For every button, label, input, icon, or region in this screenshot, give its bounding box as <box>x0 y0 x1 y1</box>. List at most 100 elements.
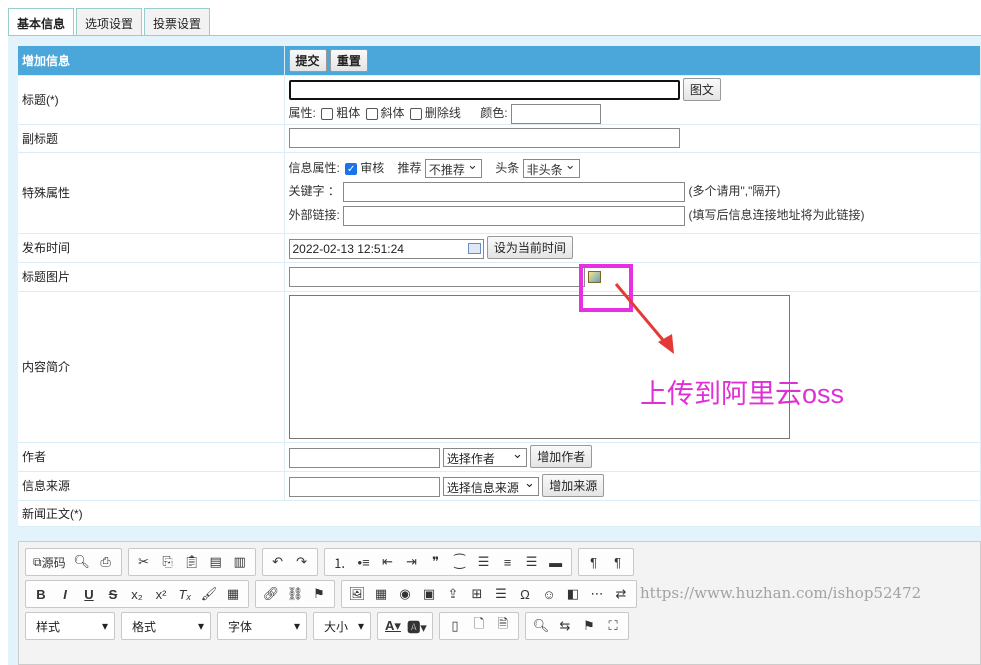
iframe-icon[interactable]: ◧ <box>562 583 584 605</box>
undo-icon[interactable]: ↶ <box>267 551 289 573</box>
headline-select[interactable]: 非头条 <box>522 157 580 179</box>
paste-word-icon[interactable]: ▥ <box>229 551 251 573</box>
align-center-icon[interactable]: ≡ <box>497 551 519 573</box>
publish-input[interactable]: 2022-02-13 12:51:24 <box>288 238 484 259</box>
font-dropdown[interactable]: 字体 ▾ <box>217 612 307 640</box>
recommend-select[interactable]: 不推荐 <box>424 157 482 179</box>
page-break-icon[interactable]: ⋯ <box>586 583 608 605</box>
toolbar-row-1: ⧉ 源码 🔍︎ ⎙ ✂ ⎘ 📋︎ ▤ ▥ ↶ ↷ ⒈ •≡ ⇤ ⇥ ❞ ⁐ ☰ … <box>25 548 634 576</box>
copy-icon[interactable]: ⎘ <box>157 551 179 573</box>
style-label: 样式 <box>36 619 61 634</box>
numbered-list-icon[interactable]: ⒈ <box>329 551 351 573</box>
tab-basic-info[interactable]: 基本信息 <box>8 8 75 36</box>
toolbar-group-insert: 🖼︎ ▦ ◉ ▣ ⇪ ⊞ ☰ Ω ☺ ◧ ⋯ ⇄ <box>341 580 637 608</box>
image-text-button[interactable]: 图文 <box>682 77 721 101</box>
source-input[interactable] <box>288 476 440 497</box>
bold-label: 粗体 <box>336 105 361 120</box>
source-label: 信息来源 <box>18 471 285 501</box>
align-right-icon[interactable]: ☰ <box>521 551 543 573</box>
code-icon[interactable]: ⇄ <box>610 583 632 605</box>
italic-icon[interactable]: I <box>54 583 76 605</box>
replace-icon[interactable]: ⇆ <box>554 615 576 637</box>
justify-icon[interactable]: ▬ <box>545 551 567 573</box>
special-label: 特殊属性 <box>18 152 285 234</box>
keyword-input[interactable] <box>343 182 686 203</box>
italic-checkbox[interactable] <box>365 107 378 120</box>
format-dropdown[interactable]: 格式 ▾ <box>121 612 211 640</box>
template-icon[interactable]: ▦ <box>222 583 244 605</box>
redo-icon[interactable]: ↷ <box>291 551 313 573</box>
underline-icon[interactable]: U <box>78 583 100 605</box>
toolbar-group-basic: B I U S x₂ x² Tₓ 🖌︎ ▦ <box>25 580 249 608</box>
image-icon[interactable]: 🖼︎ <box>346 583 368 605</box>
emoticon-icon[interactable]: ☺ <box>538 583 560 605</box>
table-icon[interactable]: ▦ <box>370 583 392 605</box>
source-button[interactable]: ⧉ 源码 <box>30 551 69 573</box>
reset-button[interactable]: 重置 <box>329 48 368 72</box>
horizontal-line-icon[interactable]: ☰ <box>490 583 512 605</box>
paste-text-icon[interactable]: ▤ <box>205 551 227 573</box>
div-container-icon[interactable]: ⁐ <box>449 551 471 573</box>
toolbar-group-direction: ¶ ¶ <box>577 548 634 576</box>
print-icon[interactable]: ⎙ <box>95 551 117 573</box>
ltr-icon[interactable]: ¶ <box>583 551 605 573</box>
add-author-button[interactable]: 增加作者 <box>530 445 593 468</box>
document-icon[interactable]: 🗎︎ <box>492 615 514 637</box>
show-blocks-icon[interactable]: ⚑ <box>578 615 600 637</box>
special-char-icon[interactable]: Ω <box>514 583 536 605</box>
preview-icon[interactable]: 🔍︎ <box>71 551 93 573</box>
subtitle-input[interactable] <box>288 128 680 148</box>
subtitle-label: 副标题 <box>18 124 285 153</box>
upload-icon[interactable]: ⇪ <box>442 583 464 605</box>
find-icon[interactable]: 🔍︎ <box>530 615 552 637</box>
outdent-icon[interactable]: ⇤ <box>377 551 399 573</box>
calendar-icon[interactable] <box>467 242 481 254</box>
strike-icon[interactable]: S <box>102 583 124 605</box>
maximize-icon[interactable]: ▯ <box>444 615 466 637</box>
indent-icon[interactable]: ⇥ <box>401 551 423 573</box>
new-page-icon[interactable]: 🗋︎ <box>468 615 490 637</box>
paste-icon[interactable]: 📋︎ <box>181 551 203 573</box>
media-icon[interactable]: ▣ <box>418 583 440 605</box>
anchor-icon[interactable]: ⚑ <box>308 583 330 605</box>
subscript-icon[interactable]: x₂ <box>126 583 148 605</box>
fullscreen-icon[interactable]: ⛶ <box>602 615 624 637</box>
unlink-icon[interactable]: ⛓ <box>284 583 306 605</box>
bg-color-icon[interactable]: 🅰︎▾ <box>406 615 428 637</box>
submit-button[interactable]: 提交 <box>288 48 327 72</box>
blockquote-icon[interactable]: ❞ <box>425 551 447 573</box>
bold-checkbox[interactable] <box>321 107 334 120</box>
bulleted-list-icon[interactable]: •≡ <box>353 551 375 573</box>
toolbar-group-find: 🔍︎ ⇆ ⚑ ⛶ <box>525 612 629 640</box>
audit-checkbox[interactable]: ✓ <box>345 162 358 175</box>
set-now-button[interactable]: 设为当前时间 <box>486 236 573 259</box>
summary-textarea[interactable] <box>288 294 790 439</box>
add-source-button[interactable]: 增加来源 <box>542 474 605 497</box>
superscript-icon[interactable]: x² <box>150 583 172 605</box>
link-icon[interactable]: 🔗︎ <box>260 583 282 605</box>
align-left-icon[interactable]: ☰ <box>473 551 495 573</box>
image-input[interactable] <box>288 266 585 287</box>
rtl-icon[interactable]: ¶ <box>607 551 629 573</box>
strike-checkbox[interactable] <box>409 107 422 120</box>
remove-format-icon[interactable]: Tₓ <box>174 583 196 605</box>
format-label: 格式 <box>132 619 157 634</box>
tab-options[interactable]: 选项设置 <box>76 8 143 36</box>
link-input[interactable] <box>343 206 686 227</box>
title-input[interactable] <box>288 80 680 101</box>
style-dropdown[interactable]: 样式 ▾ <box>25 612 115 640</box>
text-color-icon[interactable]: A▾ <box>382 615 404 637</box>
cut-icon[interactable]: ✂ <box>133 551 155 573</box>
source-select[interactable]: 选择信息来源 <box>442 475 539 497</box>
author-input[interactable] <box>288 447 440 468</box>
title-label: 标题(*) <box>18 75 285 125</box>
insert-table-icon[interactable]: ⊞ <box>466 583 488 605</box>
tab-vote[interactable]: 投票设置 <box>144 8 211 36</box>
bold-icon[interactable]: B <box>30 583 52 605</box>
author-select[interactable]: 选择作者 <box>442 446 527 468</box>
color-input[interactable] <box>510 103 601 124</box>
size-dropdown[interactable]: 大小 ▾ <box>313 612 371 640</box>
copy-format-icon[interactable]: 🖌︎ <box>198 583 220 605</box>
flash-icon[interactable]: ◉ <box>394 583 416 605</box>
image-label: 标题图片 <box>18 262 285 292</box>
